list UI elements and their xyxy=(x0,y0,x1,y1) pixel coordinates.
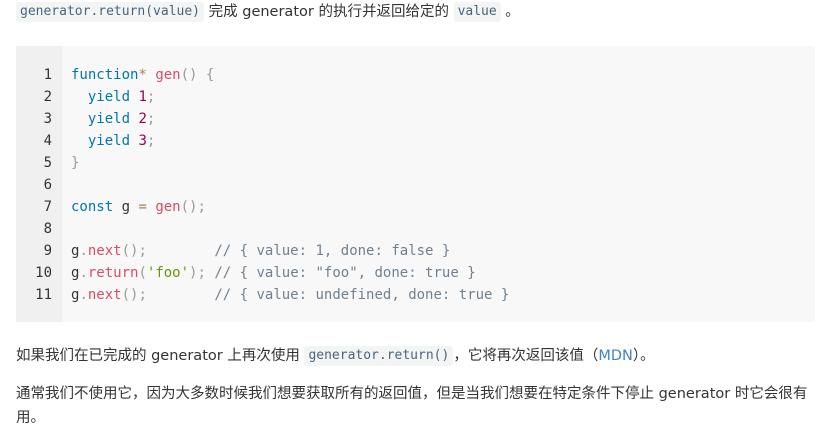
line-number: 10 xyxy=(35,265,52,281)
intro-text: 完成 generator 的执行并返回给定的 xyxy=(204,4,454,20)
para1-text3: ）。 xyxy=(632,348,655,364)
code-text: g.next(); // { value: undefined, done: t… xyxy=(71,287,510,303)
line-number: 4 xyxy=(43,133,52,149)
intro-end: 。 xyxy=(500,4,520,20)
code-text: yield 2; xyxy=(87,111,156,127)
line-number: 5 xyxy=(43,155,52,171)
code-text: yield 3; xyxy=(87,133,156,149)
intro-paragraph: generator.return(value) 完成 generator 的执行… xyxy=(16,0,825,24)
code-text: g.next(); // { value: 1, done: false } xyxy=(71,243,451,259)
line-number: 7 xyxy=(43,199,52,215)
code-block: 1 function* gen() {2 yield 1; 3 yield 2; 4 … xyxy=(16,46,815,322)
line-number: 9 xyxy=(43,243,52,259)
para1-text2: ，它将再次返回该值（ xyxy=(453,348,599,364)
line-number: 6 xyxy=(43,177,52,193)
line-number: 8 xyxy=(43,221,52,237)
paragraph-usage-note: 通常我们不使用它，因为大多数时候我们想要获取所有的返回值，但是当我们想要在特定条… xyxy=(16,382,825,430)
code-text: } xyxy=(71,155,80,171)
para1-text1: 如果我们在已完成的 generator 上再次使用 xyxy=(16,348,305,364)
line-number: 3 xyxy=(43,111,52,127)
para2-text: 通常我们不使用它，因为大多数时候我们想要获取所有的返回值，但是当我们想要在特定条… xyxy=(16,386,808,426)
code-text: yield 1; xyxy=(87,89,156,105)
inline-code-generator-return: generator.return() xyxy=(304,346,454,366)
inline-code-value: value xyxy=(453,2,501,22)
line-number: 1 xyxy=(43,67,52,83)
paragraph-return-again: 如果我们在已完成的 generator 上再次使用 generator.retu… xyxy=(16,344,825,368)
inline-code-generator-return-value: generator.return(value) xyxy=(16,2,205,22)
code-text: g.return('foo'); // { value: "foo", done… xyxy=(71,265,476,281)
code-text: const g = gen(); xyxy=(71,199,206,215)
line-number: 11 xyxy=(35,287,52,303)
mdn-link[interactable]: MDN xyxy=(598,348,633,364)
code-text: function* gen() { xyxy=(71,67,215,83)
line-number: 2 xyxy=(43,89,52,105)
